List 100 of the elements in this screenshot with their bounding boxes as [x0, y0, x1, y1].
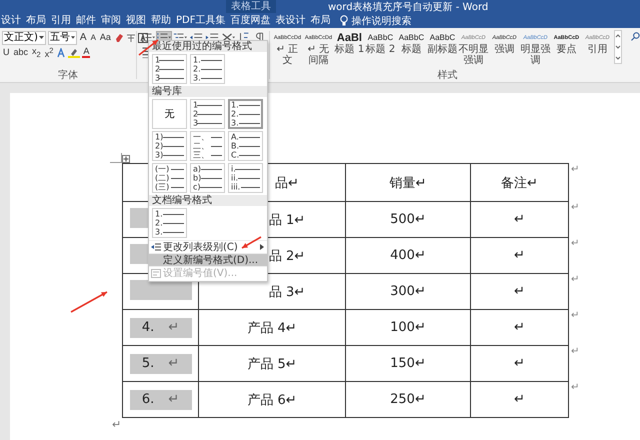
format-button[interactable]: abc	[12, 47, 30, 58]
style-name: 副标题	[426, 44, 458, 55]
ribbon-tab[interactable]: 审阅	[100, 14, 122, 27]
ribbon-tab[interactable]: 布局	[309, 14, 332, 27]
context-tab-label: 表格工具	[226, 0, 276, 13]
number-label: 3	[193, 118, 198, 128]
style-name: 明显强调	[520, 44, 551, 66]
list-number: 6.	[142, 392, 154, 407]
numbering-format[interactable]: 1. 2. 3.	[228, 99, 263, 129]
ribbon-tab[interactable]: 设计	[0, 14, 22, 27]
number-label: 2)	[155, 142, 164, 150]
group-label: 样式	[436, 70, 459, 82]
paragraph-mark: ↵	[168, 320, 180, 335]
tell-me-search[interactable]: 操作说明搜索	[351, 14, 412, 28]
menu-item[interactable]: 定义新编号格式(D)...	[149, 253, 267, 266]
numbering-format[interactable]: i. ii. iii.	[228, 163, 263, 193]
format-button[interactable]: x$^{2}$	[44, 45, 54, 60]
format-button[interactable]: U	[2, 47, 10, 58]
style-preview: AaBbC	[430, 32, 456, 44]
ribbon-tab[interactable]: 视图	[125, 14, 147, 27]
lightbulb-icon	[340, 15, 348, 26]
corner-mark-icon	[110, 153, 122, 163]
pointer-arrow	[70, 290, 109, 314]
ribbon-tab[interactable]: 百度网盘	[229, 14, 272, 27]
table-cell: 品 1↵	[268, 212, 306, 228]
style-option[interactable]: AaBl 标题 1	[334, 30, 365, 55]
gallery-scroll-icon[interactable]	[614, 30, 622, 64]
highlighter-icon[interactable]	[68, 48, 80, 58]
numbering-format[interactable]: 1. 2. 3.	[190, 54, 225, 84]
number-label: A.	[231, 132, 239, 142]
font-size-field[interactable]: 五号	[48, 30, 77, 44]
font-color-button[interactable]: A	[82, 47, 90, 58]
font-name-value: 文正文)	[4, 32, 38, 44]
table-cell: 500↵	[390, 212, 426, 227]
paragraph-mark: ↵	[168, 356, 180, 371]
number-label: 2	[193, 110, 198, 118]
numbering-format[interactable]: 一、 二、 三、	[190, 131, 225, 161]
number-label: 2.	[155, 218, 163, 228]
numbering-format[interactable]: 1) 2) 3)	[152, 131, 187, 161]
style-option[interactable]: AaBbC 副标题	[426, 30, 458, 55]
ribbon-tab[interactable]: PDF工具集	[175, 14, 226, 27]
number-label: 一、	[193, 132, 209, 142]
numbering-format[interactable]: a) b) c)	[190, 163, 225, 193]
ribbon-tab[interactable]: 帮助	[150, 14, 172, 27]
caret-icon	[70, 36, 75, 39]
column-header: 销量↵	[390, 176, 426, 190]
submenu-arrow-icon	[260, 244, 264, 250]
number-label: ii.	[231, 174, 238, 182]
table-cell: 产品 6↵	[247, 392, 297, 408]
ribbon-tab[interactable]: 引用	[50, 14, 72, 27]
numbering-format[interactable]: 无	[152, 99, 187, 129]
paragraph-mark: ↵	[112, 418, 122, 431]
end-of-row-mark: ↵	[571, 346, 580, 356]
numbering-format[interactable]: (一) (二) (三)	[152, 163, 187, 193]
style-name: 不明显强调	[458, 44, 489, 66]
table-cell: 产品 5↵	[247, 356, 297, 372]
table-cell: 400↵	[390, 248, 426, 263]
table-move-handle-icon[interactable]	[122, 155, 130, 163]
pointer-arrow	[240, 236, 263, 250]
font-button[interactable]: A	[78, 32, 88, 43]
numbering-format[interactable]: A. B. C.	[228, 131, 263, 161]
search-icon[interactable]	[631, 32, 640, 41]
table-cell: 品 3↵	[268, 284, 306, 300]
table-cell: ↵	[514, 212, 525, 227]
numbering-format[interactable]: 1. 2. 3.	[152, 208, 187, 238]
style-name: 标题	[400, 44, 422, 55]
numbering-format[interactable]: 1 2 3	[190, 99, 225, 129]
format-button[interactable]: x$_{2}$	[31, 46, 42, 60]
end-of-row-mark: ↵	[571, 238, 580, 248]
ribbon-tab[interactable]: 布局	[25, 14, 47, 27]
eraser-icon[interactable]	[114, 32, 124, 42]
number-label: 二、	[193, 142, 209, 150]
number-label: iii.	[231, 182, 240, 192]
number-label: B.	[231, 142, 240, 150]
end-of-row-mark: ↵	[571, 164, 580, 174]
table-cell: 产品 4↵	[247, 320, 297, 336]
style-name: 强调	[493, 44, 516, 55]
ribbon-tab[interactable]: 邮件	[75, 14, 97, 27]
number-label: 3	[155, 74, 160, 82]
end-of-row-mark: ↵	[571, 382, 580, 392]
number-label: b)	[193, 174, 202, 182]
window-title: word表格填充序号自动更新 - Word	[328, 0, 488, 14]
bordered-character-icon[interactable]	[138, 32, 148, 42]
format-label: 无	[164, 108, 174, 121]
caret-icon	[38, 36, 44, 39]
style-preview: AaBbC	[398, 32, 424, 44]
number-value-icon	[151, 268, 161, 278]
style-option[interactable]: AaBbC 标题	[396, 30, 427, 55]
menu-item-label: 定义新编号格式(D)...	[163, 254, 258, 267]
font-name-field[interactable]: 文正文)	[2, 30, 46, 44]
ribbon-tab[interactable]: 表设计	[274, 14, 306, 27]
font-button[interactable]: Aa	[98, 32, 112, 43]
menu-item-label: 设置编号值(V)...	[163, 266, 238, 280]
number-label: 1.	[155, 210, 163, 218]
font-button[interactable]: A	[90, 32, 97, 43]
number-label: (三)	[155, 182, 170, 192]
text-effects-icon[interactable]	[56, 48, 66, 58]
style-option[interactable]: AaBbC 标题 2	[364, 30, 396, 55]
numbering-format[interactable]: 1 2 3	[152, 54, 187, 84]
character-icon[interactable]	[126, 32, 136, 42]
